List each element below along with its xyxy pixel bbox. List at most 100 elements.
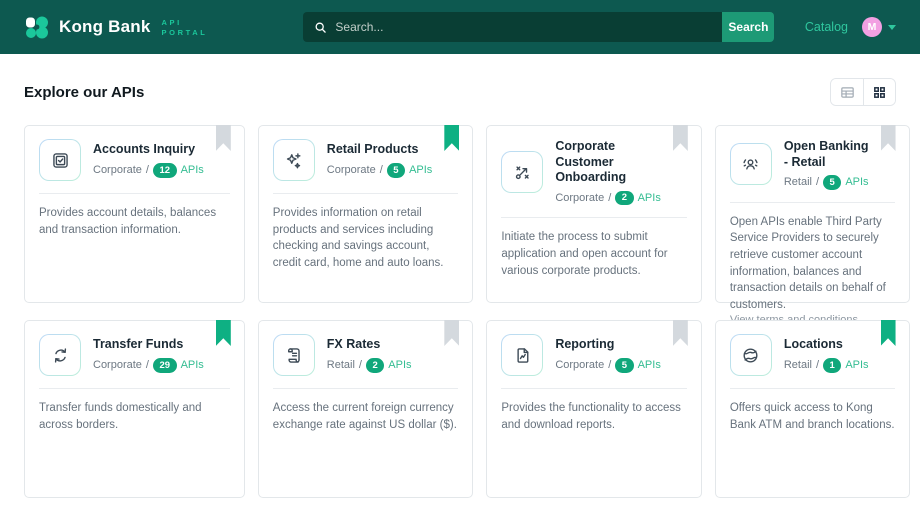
api-count-badge: 29 <box>152 358 177 373</box>
api-card-category: Corporate <box>555 192 605 205</box>
api-card-meta: Retail / 5 APIs <box>783 175 869 190</box>
api-card-description: Access the current foreign currency exch… <box>272 402 457 431</box>
api-count-badge: 2 <box>615 190 634 206</box>
api-card-separator: / <box>608 192 612 205</box>
api-card-title: Reporting <box>555 337 615 352</box>
card-head: Open Banking - Retail Retail / 5 APIs <box>729 139 895 190</box>
api-card-category: Corporate <box>555 359 605 372</box>
header-right: Catalog M <box>805 17 896 37</box>
brand[interactable]: Kong Bank API PORTAL <box>24 14 207 40</box>
api-card-title: Accounts Inquiry <box>93 142 196 157</box>
card-head: Corporate Customer Onboarding Corporate … <box>501 139 687 206</box>
user-broadcast-icon <box>730 144 771 185</box>
view-toggle <box>830 78 896 106</box>
api-card-meta: Corporate / 29 APIs <box>93 358 204 373</box>
api-count-badge: 2 <box>365 358 385 373</box>
api-count-badge: 5 <box>823 175 842 190</box>
api-card[interactable]: Locations Retail / 1 APIs Offers quick a… <box>714 320 910 498</box>
avatar[interactable]: M <box>862 17 882 37</box>
app-header: Kong Bank API PORTAL Search Catalog M <box>0 0 920 54</box>
api-card-title: Transfer Funds <box>93 337 184 352</box>
api-card-title: FX Rates <box>326 337 381 352</box>
card-divider <box>272 388 459 389</box>
api-card-description: Provides information on retail products … <box>272 207 444 270</box>
api-card-title: Open Banking - Retail <box>783 139 869 169</box>
api-card-separator: / <box>815 359 820 372</box>
api-count-badge: 5 <box>615 358 634 373</box>
api-count-label: APIs <box>180 359 204 372</box>
report-doc-icon <box>502 335 543 375</box>
catalog-link[interactable]: Catalog <box>805 20 848 34</box>
main-content: Explore our APIs Accounts Inquiry Corpor… <box>0 54 920 518</box>
card-head: FX Rates Retail / 2 APIs <box>272 334 459 376</box>
api-count-badge: 12 <box>152 163 177 178</box>
card-divider <box>39 388 230 389</box>
scroll-icon <box>273 335 314 375</box>
card-divider <box>501 388 687 389</box>
search-input[interactable] <box>335 20 712 34</box>
api-card[interactable]: Corporate Customer Onboarding Corporate … <box>486 125 702 303</box>
api-card-category: Corporate <box>326 164 376 177</box>
page-title: Explore our APIs <box>24 83 145 101</box>
card-divider <box>39 193 230 194</box>
api-card[interactable]: Accounts Inquiry Corporate / 12 APIs Pro… <box>24 125 245 303</box>
api-count-badge: 1 <box>823 358 842 373</box>
api-card-separator: / <box>145 164 149 177</box>
api-count-label: APIs <box>180 164 204 177</box>
api-card-separator: / <box>379 164 383 177</box>
table-view-button[interactable] <box>831 79 863 105</box>
api-card[interactable]: Reporting Corporate / 5 APIs Provides th… <box>486 320 702 498</box>
api-card-meta: Retail / 2 APIs <box>326 358 412 373</box>
api-card-meta: Corporate / 5 APIs <box>555 358 661 373</box>
api-card-category: Retail <box>326 359 355 372</box>
card-head: Accounts Inquiry Corporate / 12 APIs <box>39 139 230 181</box>
swap-arrows-icon <box>40 335 80 375</box>
card-divider <box>272 193 459 194</box>
api-count-label: APIs <box>637 359 661 372</box>
card-head: Locations Retail / 1 APIs <box>729 334 895 376</box>
card-icon-tile <box>501 334 544 376</box>
api-count-label: APIs <box>637 192 661 205</box>
card-head: Reporting Corporate / 5 APIs <box>501 334 687 376</box>
card-icon-tile <box>272 334 315 376</box>
api-count-label: APIs <box>409 164 433 177</box>
api-card[interactable]: FX Rates Retail / 2 APIs Access the curr… <box>257 320 474 498</box>
api-count-badge: 5 <box>386 163 406 178</box>
api-card-meta: Corporate / 5 APIs <box>326 163 433 178</box>
search-input-wrap <box>303 12 723 42</box>
api-card-description: Open APIs enable Third Party Service Pro… <box>729 215 886 311</box>
api-card[interactable]: Transfer Funds Corporate / 29 APIs Trans… <box>24 320 245 498</box>
api-card-description: Initiate the process to submit applicati… <box>501 231 668 277</box>
sparkles-icon <box>273 140 314 180</box>
api-card-title: Locations <box>783 337 843 352</box>
api-card-category: Corporate <box>93 164 142 177</box>
search-button[interactable]: Search <box>722 12 775 42</box>
route-icon <box>502 152 543 193</box>
checkbox-icon <box>40 140 80 180</box>
api-card-description: Provides the functionality to access and… <box>501 402 681 431</box>
api-card-description: Offers quick access to Kong Bank ATM and… <box>729 402 895 431</box>
api-count-label: APIs <box>845 359 869 372</box>
api-card-meta: Corporate / 2 APIs <box>555 190 661 206</box>
api-card-separator: / <box>608 359 612 372</box>
api-card-description: Provides account details, balances and t… <box>39 207 217 236</box>
api-card[interactable]: Open Banking - Retail Retail / 5 APIs Op… <box>714 125 910 326</box>
api-card-description: Transfer funds domestically and across b… <box>39 402 202 431</box>
api-card[interactable]: Retail Products Corporate / 5 APIs Provi… <box>257 125 474 303</box>
kong-bank-logo-icon <box>24 14 50 40</box>
card-icon-tile <box>729 143 772 186</box>
search-bar: Search <box>303 12 775 42</box>
grid-view-button[interactable] <box>863 79 895 105</box>
api-card-meta: Retail / 1 APIs <box>784 358 869 373</box>
chevron-down-icon <box>888 24 896 30</box>
api-card-category: Retail <box>783 176 812 189</box>
user-menu[interactable]: M <box>862 17 896 37</box>
api-card-title: Retail Products <box>326 142 419 157</box>
card-icon-tile <box>272 139 315 181</box>
api-count-label: APIs <box>388 359 412 372</box>
brand-name: Kong Bank <box>59 17 151 36</box>
card-divider <box>729 388 895 389</box>
card-head: Transfer Funds Corporate / 29 APIs <box>39 334 230 376</box>
api-card-separator: / <box>815 176 820 189</box>
brand-subtitle: API PORTAL <box>161 17 208 37</box>
